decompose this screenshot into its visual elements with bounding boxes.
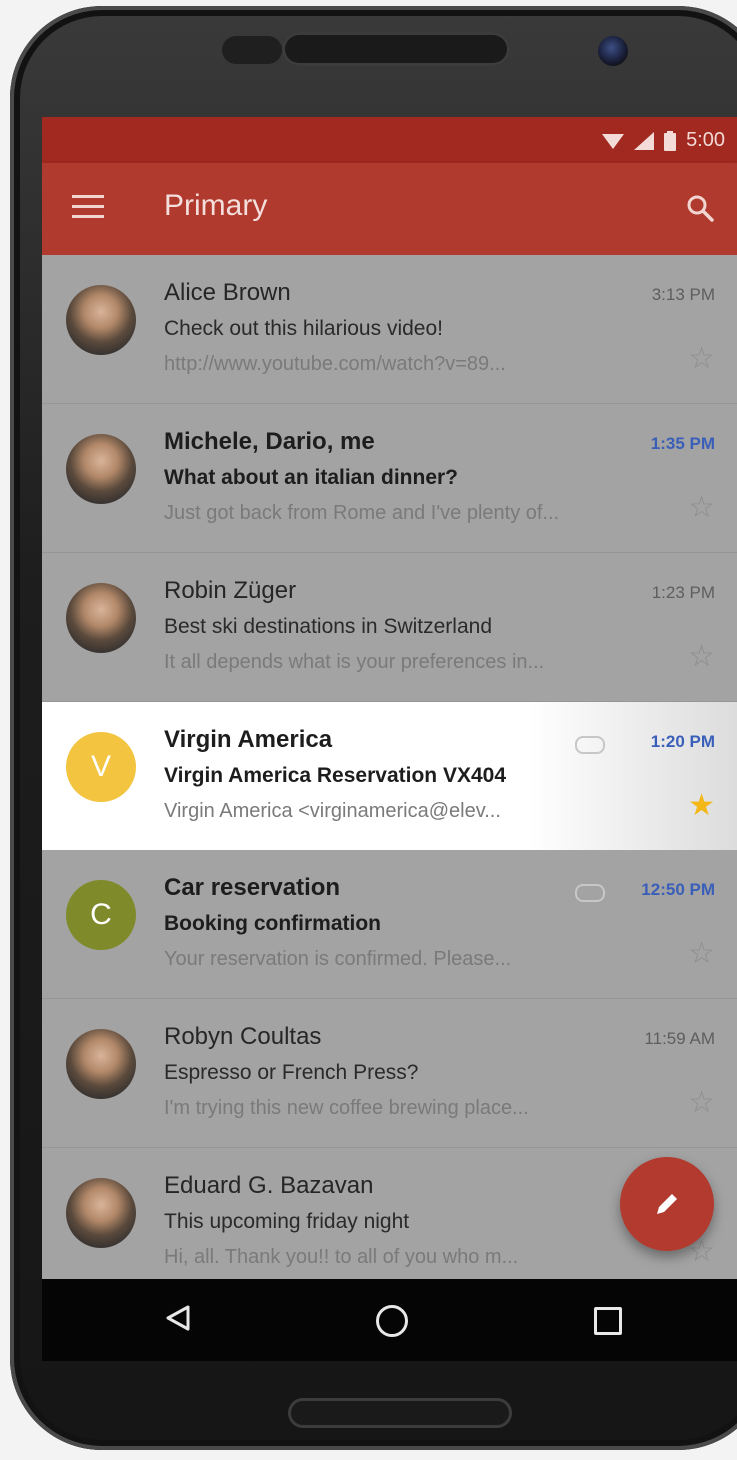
bottom-speaker — [288, 1398, 512, 1428]
earpiece-speaker — [282, 32, 510, 66]
email-snippet: It all depends what is your preferences … — [164, 651, 545, 673]
attachment-icon — [575, 736, 605, 754]
avatar: V — [66, 732, 136, 802]
status-time: 5:00 — [686, 129, 725, 151]
avatar — [66, 434, 136, 504]
attachment-icon — [575, 884, 605, 902]
email-snippet: I'm trying this new coffee brewing place… — [164, 1097, 529, 1119]
star-icon[interactable]: ☆ — [688, 1085, 715, 1120]
email-snippet: Your reservation is confirmed. Please... — [164, 948, 512, 970]
list-item[interactable]: V Virgin America Virgin America Reservat… — [42, 702, 737, 850]
list-item[interactable]: Michele, Dario, me What about an italian… — [42, 404, 737, 553]
list-item[interactable]: Robyn Coultas Espresso or French Press? … — [42, 999, 737, 1148]
recent-square-icon[interactable] — [594, 1307, 622, 1335]
sender-name: Alice Brown — [164, 279, 291, 306]
star-icon[interactable]: ☆ — [688, 341, 715, 376]
list-item[interactable]: Alice Brown Check out this hilarious vid… — [42, 255, 737, 404]
status-bar: 5:00 — [42, 117, 737, 163]
sender-name: Virgin America — [164, 726, 333, 753]
sender-name: Robyn Coultas — [164, 1023, 322, 1050]
email-time: 3:13 PM — [651, 285, 715, 304]
email-subject: Virgin America Reservation VX404 — [164, 764, 506, 787]
email-subject: Check out this hilarious video! — [164, 317, 443, 340]
menu-icon[interactable] — [72, 195, 104, 223]
home-circle-icon[interactable] — [376, 1305, 408, 1337]
page-title: Primary — [164, 189, 268, 222]
front-camera — [598, 36, 628, 66]
wifi-icon — [602, 133, 625, 149]
star-icon[interactable]: ☆ — [688, 490, 715, 525]
list-item[interactable]: C Car reservation Booking confirmation Y… — [42, 850, 737, 999]
compose-button[interactable] — [620, 1157, 714, 1251]
email-time: 1:20 PM — [650, 732, 715, 751]
avatar: C — [66, 880, 136, 950]
system-nav-bar — [42, 1279, 737, 1361]
email-subject: What about an italian dinner? — [164, 466, 458, 489]
email-time: 11:59 AM — [644, 1029, 715, 1048]
back-triangle-icon[interactable] — [164, 1303, 194, 1333]
email-time: 1:23 PM — [651, 583, 715, 602]
app-bar: Primary — [42, 163, 737, 255]
email-time: 1:35 PM — [650, 434, 715, 453]
email-snippet: Hi, all. Thank you!! to all of you who m… — [164, 1246, 519, 1268]
pencil-icon — [657, 1194, 677, 1214]
avatar — [66, 1029, 136, 1099]
signal-icon — [634, 131, 655, 150]
avatar — [66, 285, 136, 355]
email-subject: Best ski destinations in Switzerland — [164, 615, 492, 638]
sender-name: Car reservation — [164, 874, 341, 901]
battery-icon — [664, 130, 677, 151]
star-icon[interactable]: ★ — [688, 788, 715, 823]
email-snippet: Just got back from Rome and I've plenty … — [164, 502, 560, 524]
avatar — [66, 583, 136, 653]
sender-name: Eduard G. Bazavan — [164, 1172, 374, 1199]
phone-screen: 5:00 Primary Alice Brown Check out this … — [42, 117, 737, 1361]
email-list: Alice Brown Check out this hilarious vid… — [42, 255, 737, 1297]
avatar — [66, 1178, 136, 1248]
email-subject: Booking confirmation — [164, 912, 381, 935]
email-subject: Espresso or French Press? — [164, 1061, 419, 1084]
email-time: 12:50 PM — [641, 880, 715, 899]
star-icon[interactable]: ☆ — [688, 936, 715, 971]
search-icon[interactable] — [685, 193, 715, 223]
list-item[interactable]: Robin Züger Best ski destinations in Swi… — [42, 553, 737, 702]
sensor — [222, 36, 282, 64]
email-subject: This upcoming friday night — [164, 1210, 410, 1233]
star-icon[interactable]: ☆ — [688, 639, 715, 674]
email-snippet: http://www.youtube.com/watch?v=89... — [164, 353, 506, 375]
sender-name: Robin Züger — [164, 577, 297, 604]
email-snippet: Virgin America <virginamerica@elev... — [164, 800, 501, 822]
sender-name: Michele, Dario, me — [164, 428, 375, 455]
